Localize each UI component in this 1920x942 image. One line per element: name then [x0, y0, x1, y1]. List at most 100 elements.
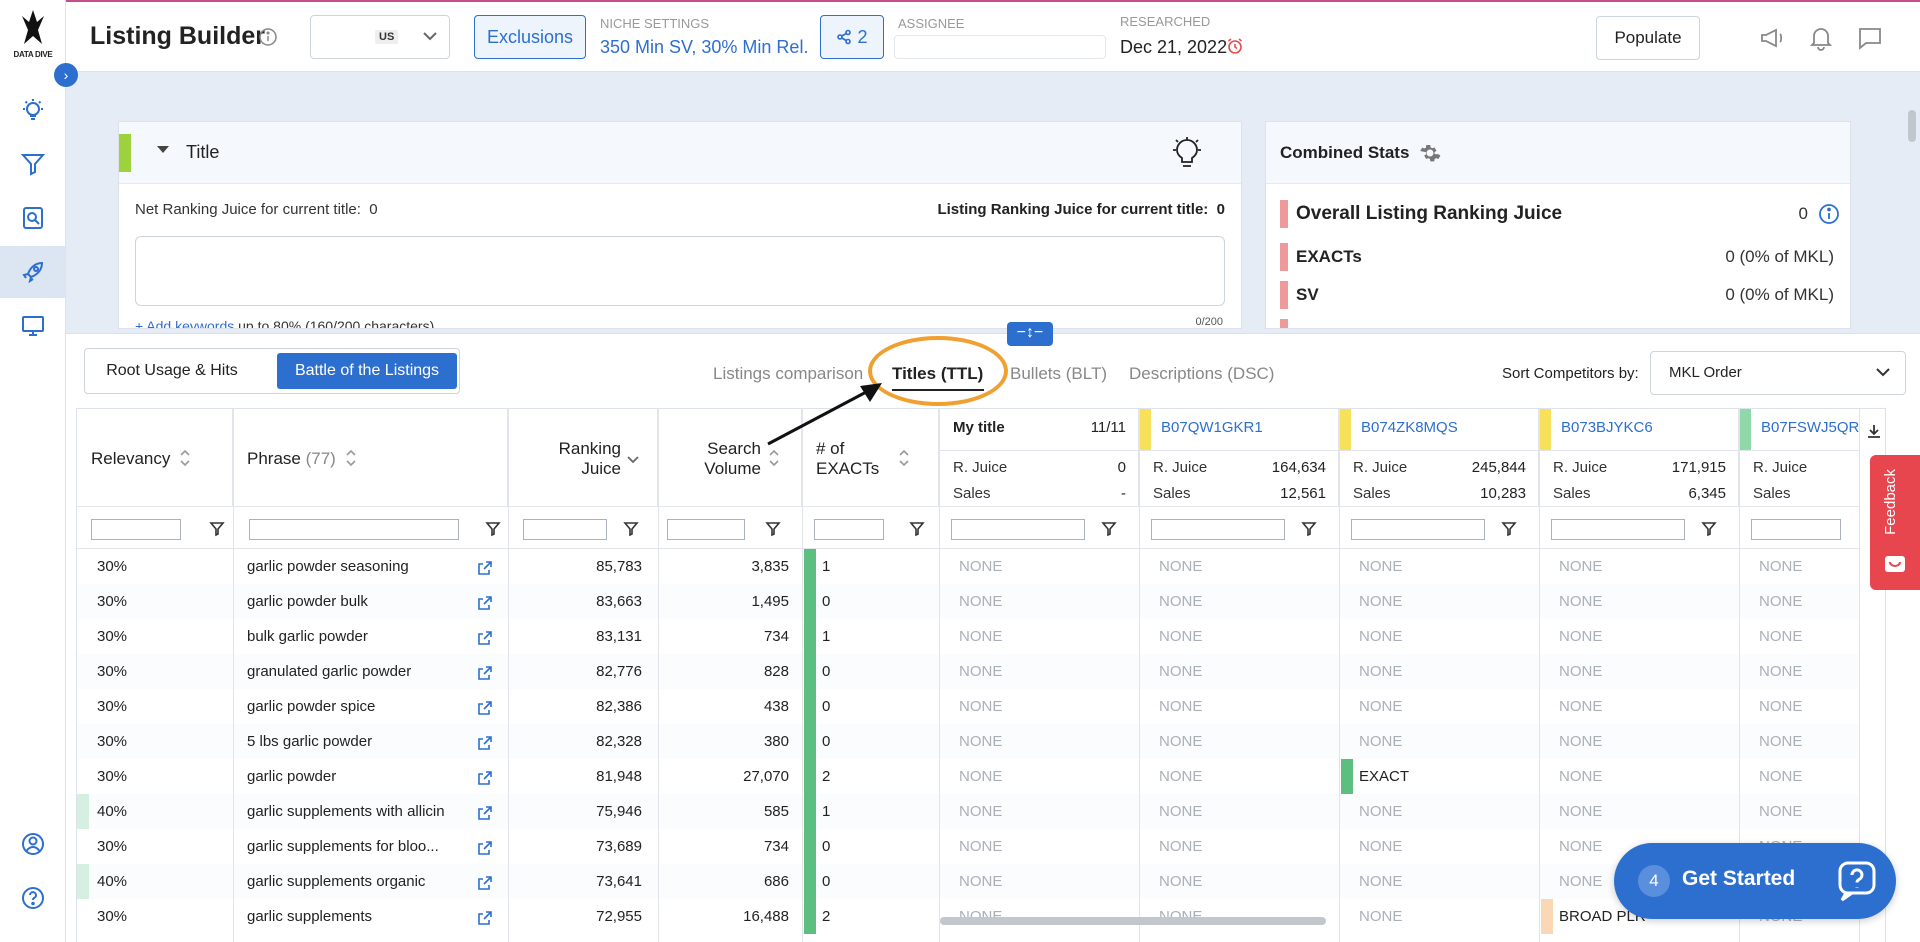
- title-textarea[interactable]: [135, 236, 1225, 306]
- column-filter-input[interactable]: [1351, 519, 1485, 540]
- share-button[interactable]: 2: [820, 15, 884, 59]
- search-volume-cell: 828: [763, 663, 789, 680]
- table-row[interactable]: 40% garlic supplements with allicin 75,946…: [77, 794, 1885, 829]
- sidebar-item-ideas[interactable]: [0, 84, 66, 136]
- assignee-input[interactable]: [894, 35, 1106, 59]
- column-filter-input[interactable]: [1751, 519, 1841, 540]
- column-filter-input[interactable]: [951, 519, 1085, 540]
- external-link-icon[interactable]: [477, 700, 493, 716]
- niche-settings-link[interactable]: 350 Min SV, 30% Min Rel.: [600, 37, 808, 58]
- relevancy-cell: 30%: [97, 558, 128, 575]
- table-row[interactable]: 30% 5 lbs garlic powder 82,328 380 0 NONE NONE…: [77, 724, 1885, 759]
- relevancy-cell: 30%: [97, 628, 128, 645]
- populate-button[interactable]: Populate: [1596, 16, 1700, 60]
- table-row[interactable]: 30% garlic powder bulk 83,663 1,495 0 NONE NON…: [77, 584, 1885, 619]
- funnel-icon[interactable]: [209, 521, 225, 537]
- info-icon[interactable]: [1818, 203, 1840, 225]
- table-row[interactable]: 30% garlic powder seasoning 85,783 3,835 1 NO…: [77, 549, 1885, 584]
- competitor-asin-link[interactable]: B073BJYKC6: [1561, 419, 1653, 436]
- column-filter-input[interactable]: [667, 519, 745, 540]
- competitor-color-strip: [1539, 409, 1551, 451]
- table-row[interactable]: 30% garlic supplements for bloo... 73,689 7…: [77, 829, 1885, 864]
- net-ranking-juice: Net Ranking Juice for current title: 0: [135, 201, 378, 218]
- tab-bullets[interactable]: Bullets (BLT): [1010, 364, 1107, 384]
- relevancy-cell: 30%: [97, 768, 128, 785]
- exacts-count-cell: 0: [822, 663, 831, 680]
- column-header-relevancy[interactable]: Relevancy: [77, 409, 233, 507]
- sidebar-item-help[interactable]: [0, 872, 66, 924]
- column-filter-input[interactable]: [1151, 519, 1285, 540]
- exclusions-button[interactable]: Exclusions: [474, 15, 586, 59]
- funnel-icon[interactable]: [623, 521, 639, 537]
- external-link-icon[interactable]: [477, 595, 493, 611]
- funnel-icon[interactable]: [1501, 521, 1517, 537]
- get-started-button[interactable]: 4 Get Started: [1614, 843, 1896, 919]
- funnel-icon[interactable]: [1101, 521, 1117, 537]
- funnel-icon[interactable]: [1301, 521, 1317, 537]
- funnel-icon[interactable]: [909, 521, 925, 537]
- resize-handle[interactable]: −↕−: [1007, 322, 1053, 346]
- competitor-asin-link[interactable]: B07FSWJ5QR: [1761, 419, 1859, 436]
- column-filter-input[interactable]: [91, 519, 181, 540]
- data-dive-logo[interactable]: DATA DIVE: [4, 8, 62, 64]
- sidebar-item-filter[interactable]: [0, 138, 66, 190]
- download-icon[interactable]: [1866, 423, 1882, 439]
- column-filter-input[interactable]: [814, 519, 884, 540]
- external-link-icon[interactable]: [477, 770, 493, 786]
- feedback-tab[interactable]: Feedback: [1870, 455, 1920, 590]
- table-row[interactable]: 30% bulk garlic powder 83,131 734 1 NONE NONE N…: [77, 619, 1885, 654]
- title-card: Title Net Ranking Juice for current titl…: [118, 121, 1242, 329]
- add-keywords-link[interactable]: + Add keywords up to 80% (160/200 charac…: [135, 318, 434, 328]
- sidebar-item-listing-builder[interactable]: [0, 246, 66, 298]
- column-filter-input[interactable]: [523, 519, 607, 540]
- external-link-icon[interactable]: [477, 735, 493, 751]
- sidebar-item-account[interactable]: [0, 818, 66, 870]
- lightbulb-icon[interactable]: [1171, 136, 1203, 170]
- sidebar-item-research[interactable]: [0, 192, 66, 244]
- funnel-icon[interactable]: [1701, 521, 1717, 537]
- funnel-icon[interactable]: [765, 521, 781, 537]
- external-link-icon[interactable]: [477, 560, 493, 576]
- horizontal-scrollbar[interactable]: [940, 917, 1326, 925]
- competitor-asin-link[interactable]: B07QW1GKR1: [1161, 419, 1263, 436]
- sort-competitors-select[interactable]: MKL Order: [1650, 351, 1906, 395]
- external-link-icon[interactable]: [477, 805, 493, 821]
- column-header-my-title: My title 11/11 R. Juice 0 Sales -: [939, 409, 1139, 507]
- chat-icon[interactable]: [1856, 24, 1884, 52]
- collapse-caret-icon[interactable]: [157, 146, 169, 153]
- title-card-header[interactable]: Title: [119, 122, 1241, 184]
- info-icon[interactable]: [258, 27, 278, 47]
- search-volume-cell: 380: [763, 733, 789, 750]
- funnel-icon[interactable]: [485, 521, 501, 537]
- battle-of-listings-toggle[interactable]: Battle of the Listings: [277, 353, 457, 389]
- exacts-bar: [804, 899, 816, 934]
- table-row[interactable]: 30% garlic powder spice 82,386 438 0 NONE NONE…: [77, 689, 1885, 724]
- table-row[interactable]: 30% granulated garlic powder 82,776 828 0 NON…: [77, 654, 1885, 689]
- sidebar-item-monitor[interactable]: [0, 300, 66, 352]
- column-header-ranking-juice[interactable]: Ranking Juice: [508, 409, 658, 507]
- external-link-icon[interactable]: [477, 840, 493, 856]
- external-link-icon[interactable]: [477, 910, 493, 926]
- ranking-juice-cell: 82,776: [596, 663, 642, 680]
- ranking-juice-cell: 73,689: [596, 838, 642, 855]
- marketplace-select[interactable]: US: [310, 15, 450, 59]
- external-link-icon[interactable]: [477, 875, 493, 891]
- column-header-phrase[interactable]: Phrase (77): [233, 409, 508, 507]
- column-filter-input[interactable]: [1551, 519, 1685, 540]
- view-toggle: Root Usage & Hits Battle of the Listings: [84, 348, 460, 394]
- alarm-clock-icon: [1228, 38, 1242, 54]
- assignee-label: ASSIGNEE: [898, 16, 965, 31]
- share-icon: [837, 29, 852, 45]
- vertical-scrollbar[interactable]: [1908, 110, 1916, 142]
- tab-descriptions[interactable]: Descriptions (DSC): [1129, 364, 1274, 384]
- table-row[interactable]: 30% garlic powder 81,948 27,070 2 NONE NONE EXA…: [77, 759, 1885, 794]
- bell-icon[interactable]: [1807, 24, 1835, 52]
- expand-sidebar-button[interactable]: ›: [54, 63, 78, 87]
- external-link-icon[interactable]: [477, 665, 493, 681]
- gear-icon[interactable]: [1419, 142, 1441, 164]
- announcement-icon[interactable]: [1758, 24, 1786, 52]
- column-filter-input[interactable]: [249, 519, 459, 540]
- root-usage-toggle[interactable]: Root Usage & Hits: [89, 353, 255, 389]
- competitor-asin-link[interactable]: B074ZK8MQS: [1361, 419, 1458, 436]
- external-link-icon[interactable]: [477, 630, 493, 646]
